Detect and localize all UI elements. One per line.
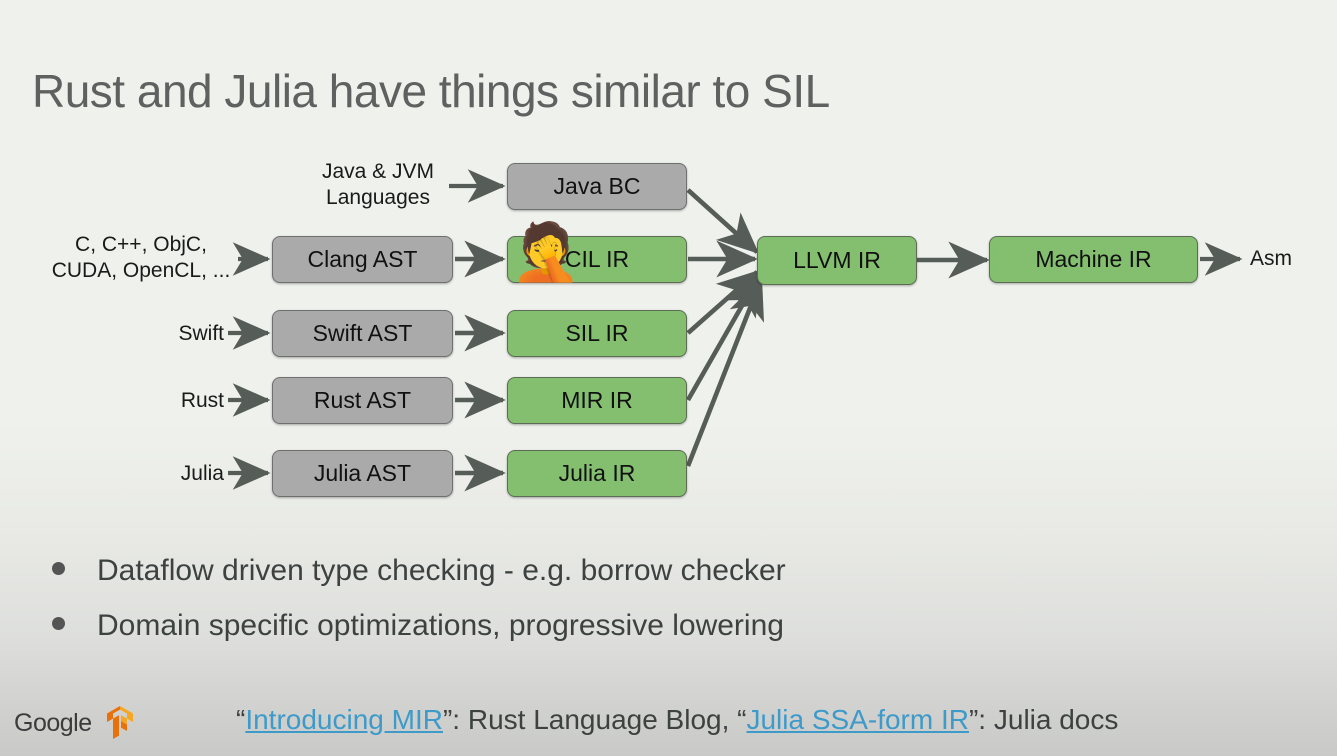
citation-tail: ”: Julia docs xyxy=(968,704,1119,735)
node-llvm-ir[interactable]: LLVM IR xyxy=(757,236,917,285)
bullet-text: Domain specific optimizations, progressi… xyxy=(97,609,784,642)
list-item: Dataflow driven type checking - e.g. bor… xyxy=(40,548,1040,593)
quote-open: “ xyxy=(236,704,246,735)
node-julia-ir[interactable]: Julia IR xyxy=(507,450,687,497)
slide-canvas: Rust and Julia have things similar to SI… xyxy=(0,0,1337,756)
node-rust-ast[interactable]: Rust AST xyxy=(272,377,453,424)
source-label-java: Java & JVM Languages xyxy=(321,160,435,209)
node-swift-ast[interactable]: Swift AST xyxy=(272,310,453,357)
bullet-text: Dataflow driven type checking - e.g. bor… xyxy=(97,554,786,587)
list-item: Domain specific optimizations, progressi… xyxy=(40,603,1040,648)
source-label-swift: Swift xyxy=(178,322,224,345)
source-label-julia: Julia xyxy=(180,462,224,485)
compiler-pipeline-diagram: Java & JVM Languages C, C++, ObjC, CUDA,… xyxy=(0,0,1337,530)
bullet-list: Dataflow driven type checking - e.g. bor… xyxy=(40,548,1040,658)
tensorflow-logo-icon xyxy=(106,706,133,739)
node-mir-ir[interactable]: MIR IR xyxy=(507,377,687,424)
bullet-dot-icon xyxy=(52,562,65,575)
output-label-asm: Asm xyxy=(1250,247,1292,270)
source-label-c: C, C++, ObjC, CUDA, OpenCL, ... xyxy=(51,233,231,282)
node-sil-ir[interactable]: SIL IR xyxy=(507,310,687,357)
citation-mid: ”: Rust Language Blog, “ xyxy=(442,704,747,735)
link-introducing-mir[interactable]: Introducing MIR xyxy=(245,704,443,735)
node-cil-ir[interactable]: CIL IR xyxy=(507,236,687,283)
google-wordmark: Google xyxy=(14,708,92,737)
citation-line: “Introducing MIR”: Rust Language Blog, “… xyxy=(236,704,1118,736)
bullet-dot-icon xyxy=(52,617,65,630)
node-java-bc[interactable]: Java BC xyxy=(507,163,687,210)
footer-branding: Google xyxy=(14,705,136,741)
source-label-rust: Rust xyxy=(180,389,224,412)
link-julia-ssa-form-ir[interactable]: Julia SSA-form IR xyxy=(746,704,969,735)
node-julia-ast[interactable]: Julia AST xyxy=(272,450,453,497)
node-machine-ir[interactable]: Machine IR xyxy=(989,236,1198,283)
node-clang-ast[interactable]: Clang AST xyxy=(272,236,453,283)
